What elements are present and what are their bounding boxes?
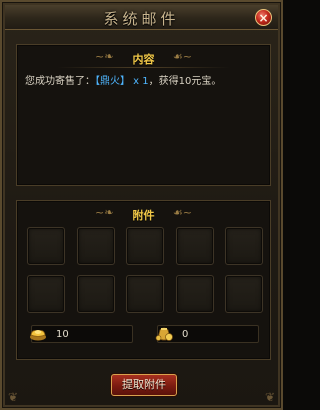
gold-ingot-icon xyxy=(30,330,46,341)
content-panel: ~❧ 内容 ☙~ 您成功寄售了：【鼎火】 x 1，获得10元宝。 xyxy=(16,44,271,186)
attachment-slot[interactable] xyxy=(225,275,263,313)
coin-currency-box: 0 xyxy=(155,325,259,343)
attachment-slot[interactable] xyxy=(76,227,115,265)
content-header: ~❧ 内容 ☙~ xyxy=(17,48,270,67)
extract-attachments-button[interactable]: 提取附件 xyxy=(111,374,177,396)
attachment-slot-grid xyxy=(27,227,263,315)
attachment-slot[interactable] xyxy=(175,227,214,265)
flourish-left-icon: ~❧ xyxy=(95,50,114,63)
item-link[interactable]: 【鼎火】 x 1 xyxy=(95,76,149,87)
attachment-slot[interactable] xyxy=(27,275,65,313)
close-button[interactable]: × xyxy=(255,9,272,26)
message-suffix: ，获得10元宝。 xyxy=(148,76,222,87)
attachment-slot[interactable] xyxy=(175,275,214,313)
corner-ornament-icon: ❦ xyxy=(7,390,19,404)
mail-window: 系统邮件 × ❦ ❦ ~❧ 内容 ☙~ 您成功寄售了：【鼎火】 x 1，获得10… xyxy=(0,0,283,410)
corner-ornament-icon: ❦ xyxy=(264,390,276,404)
attachment-header: ~❧ 附件 ☙~ xyxy=(17,204,270,223)
flourish-left-icon: ~❧ xyxy=(95,206,114,219)
attachment-title: 附件 xyxy=(132,209,155,222)
attachment-panel: ~❧ 附件 ☙~ 10 0 xyxy=(16,200,271,360)
gold-currency-box: 10 xyxy=(30,325,133,343)
flourish-right-icon: ☙~ xyxy=(172,50,192,63)
mail-message: 您成功寄售了：【鼎火】 x 1，获得10元宝。 xyxy=(25,75,264,89)
flourish-right-icon: ☙~ xyxy=(172,206,192,219)
attachment-slot[interactable] xyxy=(126,275,164,313)
attachment-slot[interactable] xyxy=(76,275,115,313)
gold-value: 10 xyxy=(56,329,69,340)
close-icon: × xyxy=(258,11,269,25)
title-bar[interactable]: 系统邮件 × xyxy=(5,5,278,30)
coin-bag-icon xyxy=(155,327,173,341)
content-divider xyxy=(57,67,230,68)
attachment-slot[interactable] xyxy=(126,227,164,265)
attachment-slot[interactable] xyxy=(225,227,263,265)
attachment-slot[interactable] xyxy=(27,227,65,265)
coin-value: 0 xyxy=(182,329,189,340)
window-title: 系统邮件 xyxy=(103,10,180,28)
message-prefix: 您成功寄售了： xyxy=(25,76,95,87)
